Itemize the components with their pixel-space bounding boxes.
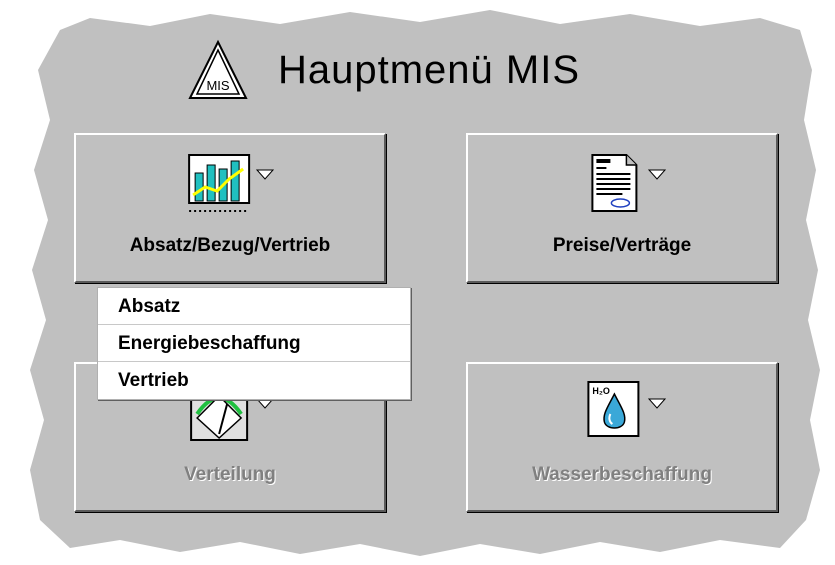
tile-label: Absatz/Bezug/Vertrieb (129, 235, 331, 256)
window-header: MIS Hauptmenü MIS (186, 34, 580, 106)
menu-item-vertrieb[interactable]: Vertrieb (98, 362, 410, 399)
menu-item-energiebeschaffung[interactable]: Energiebeschaffung (98, 325, 410, 362)
dropdown-menu: Absatz Energiebeschaffung Vertrieb (97, 287, 411, 400)
water-icon-text: H₂O (592, 386, 610, 396)
chevron-down-icon[interactable] (648, 169, 666, 181)
tile-preise-vertraege[interactable]: Preise/Verträge (466, 133, 778, 283)
chevron-down-icon[interactable] (648, 398, 666, 410)
tile-wasserbeschaffung[interactable]: H₂O Wasserbeschaffung (466, 362, 778, 512)
tile-label: Verteilung (184, 464, 276, 485)
bar-chart-icon (188, 154, 251, 212)
document-contract-icon (591, 154, 638, 212)
tile-label: Preise/Verträge (552, 235, 692, 256)
water-drop-icon: H₂O (587, 381, 640, 437)
menu-item-absatz[interactable]: Absatz (98, 288, 410, 325)
page-title: Hauptmenü MIS (278, 47, 581, 92)
chevron-down-icon[interactable] (256, 169, 274, 181)
mis-logo-icon: MIS (188, 39, 248, 99)
mis-logo-text: MIS (206, 78, 229, 93)
tile-label: Wasserbeschaffung (532, 464, 712, 485)
main-menu-window: MIS Hauptmenü MIS Absatz/Bezug/Vertrieb (0, 0, 835, 565)
tile-absatz-bezug-vertrieb[interactable]: Absatz/Bezug/Vertrieb (74, 133, 386, 283)
